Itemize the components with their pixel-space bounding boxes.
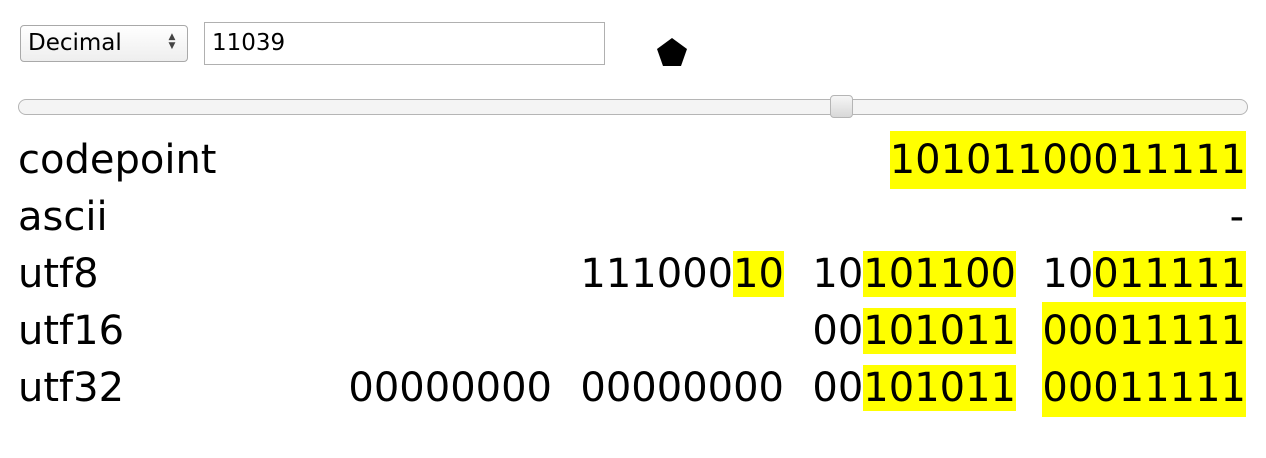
utf32-label: utf32 [18, 365, 125, 411]
pentagon-icon [657, 38, 687, 66]
utf8-byte-2-payload: 011111 [1093, 251, 1246, 297]
value-input[interactable]: 11039 [204, 22, 605, 65]
utf8-byte-1-payload: 101100 [863, 251, 1016, 297]
utf32-byte-2: 00101011 [812, 359, 1016, 417]
utf8-byte-1-prefix: 10 [812, 251, 864, 297]
utf8-byte-0-prefix: 111000 [580, 251, 734, 297]
utf16-byte-0: 00101011 [812, 302, 1016, 360]
codepoint-label: codepoint [18, 137, 217, 183]
codepoint-bits: 10101100011111 [889, 131, 1246, 189]
utf16-row: utf16 00101011 00011111 [0, 302, 1266, 360]
utf32-byte-2-payload: 101011 [863, 365, 1016, 411]
format-select-value: Decimal [28, 30, 122, 56]
utf8-byte-2: 10011111 [1042, 245, 1246, 303]
ascii-row: ascii - [0, 188, 1266, 246]
utf32-byte-0: 00000000 [348, 365, 552, 411]
utf16-byte-0-payload: 101011 [863, 308, 1016, 354]
utf16-byte-1: 00011111 [1042, 302, 1246, 360]
ascii-value: - [1229, 194, 1244, 240]
utf8-byte-0-payload: 10 [733, 251, 784, 297]
utf16-byte-0-prefix: 00 [812, 308, 864, 354]
utf8-label: utf8 [18, 251, 99, 297]
select-arrows-icon: ▲ ▼ [168, 32, 176, 51]
value-slider-thumb[interactable] [830, 95, 853, 118]
value-slider-track[interactable] [18, 99, 1248, 115]
ascii-label: ascii [18, 194, 108, 240]
utf16-label: utf16 [18, 308, 125, 354]
utf8-row: utf8 11100010 10101100 10011111 [0, 245, 1266, 303]
utf32-row: utf32 00000000 00000000 00101011 0001111… [0, 359, 1266, 417]
utf32-byte-2-prefix: 00 [812, 365, 864, 411]
format-select[interactable]: Decimal ▲ ▼ [20, 25, 188, 62]
utf8-byte-0: 11100010 [580, 245, 784, 303]
utf8-byte-2-prefix: 10 [1042, 251, 1094, 297]
utf32-byte-1: 00000000 [580, 365, 784, 411]
utf8-byte-1: 10101100 [812, 245, 1016, 303]
codepoint-row: codepoint 10101100011111 [0, 131, 1266, 189]
utf32-byte-3: 00011111 [1042, 359, 1246, 417]
